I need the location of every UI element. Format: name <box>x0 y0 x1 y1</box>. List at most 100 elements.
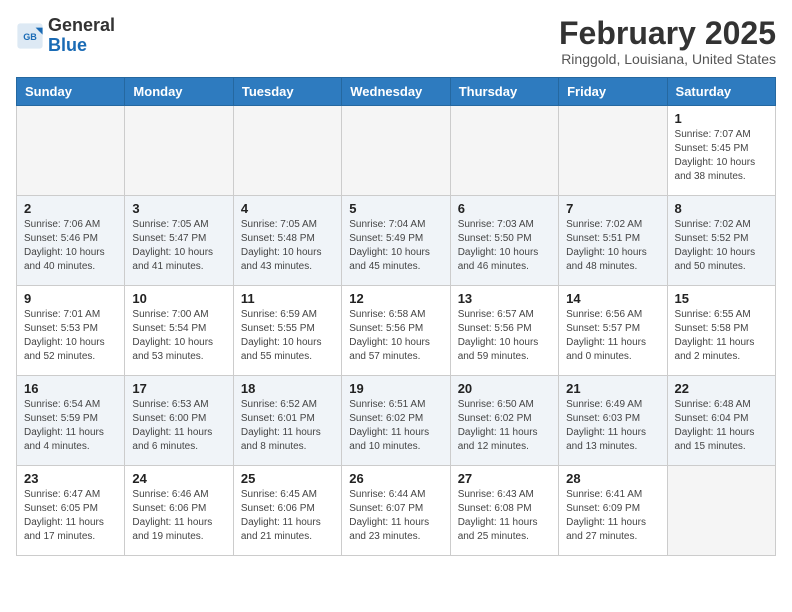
calendar-day-cell: 4 Sunrise: 7:05 AM Sunset: 5:48 PM Daylig… <box>233 196 341 286</box>
logo-general-text: General <box>48 15 115 35</box>
day-info: Sunrise: 6:48 AM Sunset: 6:04 PM Dayligh… <box>675 398 768 454</box>
calendar-day-cell: 10 Sunrise: 7:00 AM Sunset: 5:54 PM Dayli… <box>125 286 233 376</box>
day-info: Sunrise: 7:07 AM Sunset: 5:45 PM Dayligh… <box>675 128 768 184</box>
day-number: 5 <box>349 201 442 216</box>
calendar-day-cell <box>667 466 775 556</box>
day-number: 8 <box>675 201 768 216</box>
day-info: Sunrise: 6:45 AM Sunset: 6:06 PM Dayligh… <box>241 488 334 544</box>
day-info: Sunrise: 7:02 AM Sunset: 5:51 PM Dayligh… <box>566 218 659 274</box>
calendar-day-cell: 27 Sunrise: 6:43 AM Sunset: 6:08 PM Dayli… <box>450 466 558 556</box>
month-title: February 2025 <box>559 16 776 51</box>
calendar-header-saturday: Saturday <box>667 78 775 106</box>
calendar-week-row: 23 Sunrise: 6:47 AM Sunset: 6:05 PM Dayli… <box>17 466 776 556</box>
calendar-day-cell <box>450 106 558 196</box>
calendar-day-cell: 11Sunrise: 6:59 AM Sunset: 5:55 PM Dayli… <box>233 286 341 376</box>
day-info: Sunrise: 7:00 AM Sunset: 5:54 PM Dayligh… <box>132 308 225 364</box>
calendar-day-cell: 15Sunrise: 6:55 AM Sunset: 5:58 PM Dayli… <box>667 286 775 376</box>
day-info: Sunrise: 6:47 AM Sunset: 6:05 PM Dayligh… <box>24 488 117 544</box>
calendar-day-cell: 7 Sunrise: 7:02 AM Sunset: 5:51 PM Daylig… <box>559 196 667 286</box>
calendar-table: SundayMondayTuesdayWednesdayThursdayFrid… <box>16 77 776 556</box>
location-text: Ringgold, Louisiana, United States <box>559 51 776 67</box>
calendar-day-cell: 25 Sunrise: 6:45 AM Sunset: 6:06 PM Dayli… <box>233 466 341 556</box>
calendar-week-row: 2 Sunrise: 7:06 AM Sunset: 5:46 PM Daylig… <box>17 196 776 286</box>
day-info: Sunrise: 7:06 AM Sunset: 5:46 PM Dayligh… <box>24 218 117 274</box>
day-number: 1 <box>675 111 768 126</box>
calendar-day-cell <box>17 106 125 196</box>
calendar-week-row: 1 Sunrise: 7:07 AM Sunset: 5:45 PM Daylig… <box>17 106 776 196</box>
calendar-day-cell: 24 Sunrise: 6:46 AM Sunset: 6:06 PM Dayli… <box>125 466 233 556</box>
calendar-day-cell: 14Sunrise: 6:56 AM Sunset: 5:57 PM Dayli… <box>559 286 667 376</box>
calendar-day-cell: 28Sunrise: 6:41 AM Sunset: 6:09 PM Dayli… <box>559 466 667 556</box>
day-number: 16 <box>24 381 117 396</box>
day-info: Sunrise: 6:55 AM Sunset: 5:58 PM Dayligh… <box>675 308 768 364</box>
calendar-day-cell <box>125 106 233 196</box>
calendar-day-cell: 18 Sunrise: 6:52 AM Sunset: 6:01 PM Dayli… <box>233 376 341 466</box>
day-info: Sunrise: 7:05 AM Sunset: 5:47 PM Dayligh… <box>132 218 225 274</box>
calendar-day-cell <box>342 106 450 196</box>
day-info: Sunrise: 6:56 AM Sunset: 5:57 PM Dayligh… <box>566 308 659 364</box>
title-block: February 2025 Ringgold, Louisiana, Unite… <box>559 16 776 67</box>
day-info: Sunrise: 6:59 AM Sunset: 5:55 PM Dayligh… <box>241 308 334 364</box>
day-info: Sunrise: 6:46 AM Sunset: 6:06 PM Dayligh… <box>132 488 225 544</box>
day-number: 22 <box>675 381 768 396</box>
day-info: Sunrise: 7:04 AM Sunset: 5:49 PM Dayligh… <box>349 218 442 274</box>
calendar-week-row: 9 Sunrise: 7:01 AM Sunset: 5:53 PM Daylig… <box>17 286 776 376</box>
calendar-header-friday: Friday <box>559 78 667 106</box>
day-number: 21 <box>566 381 659 396</box>
day-number: 12 <box>349 291 442 306</box>
calendar-header-wednesday: Wednesday <box>342 78 450 106</box>
logo-icon: GB <box>16 22 44 50</box>
day-number: 18 <box>241 381 334 396</box>
calendar-day-cell: 5 Sunrise: 7:04 AM Sunset: 5:49 PM Daylig… <box>342 196 450 286</box>
day-info: Sunrise: 6:57 AM Sunset: 5:56 PM Dayligh… <box>458 308 551 364</box>
day-number: 13 <box>458 291 551 306</box>
page-header: GB General Blue February 2025 Ringgold, … <box>16 16 776 67</box>
calendar-day-cell: 8 Sunrise: 7:02 AM Sunset: 5:52 PM Daylig… <box>667 196 775 286</box>
day-number: 6 <box>458 201 551 216</box>
calendar-header-thursday: Thursday <box>450 78 558 106</box>
day-number: 4 <box>241 201 334 216</box>
day-number: 27 <box>458 471 551 486</box>
calendar-day-cell: 13 Sunrise: 6:57 AM Sunset: 5:56 PM Dayli… <box>450 286 558 376</box>
day-info: Sunrise: 7:05 AM Sunset: 5:48 PM Dayligh… <box>241 218 334 274</box>
day-number: 23 <box>24 471 117 486</box>
day-info: Sunrise: 6:49 AM Sunset: 6:03 PM Dayligh… <box>566 398 659 454</box>
day-number: 10 <box>132 291 225 306</box>
day-info: Sunrise: 7:02 AM Sunset: 5:52 PM Dayligh… <box>675 218 768 274</box>
calendar-header-sunday: Sunday <box>17 78 125 106</box>
calendar-day-cell: 16 Sunrise: 6:54 AM Sunset: 5:59 PM Dayli… <box>17 376 125 466</box>
calendar-day-cell: 26 Sunrise: 6:44 AM Sunset: 6:07 PM Dayli… <box>342 466 450 556</box>
day-info: Sunrise: 7:01 AM Sunset: 5:53 PM Dayligh… <box>24 308 117 364</box>
logo-blue-text: Blue <box>48 35 87 55</box>
calendar-day-cell: 23 Sunrise: 6:47 AM Sunset: 6:05 PM Dayli… <box>17 466 125 556</box>
day-number: 3 <box>132 201 225 216</box>
calendar-day-cell <box>233 106 341 196</box>
day-number: 9 <box>24 291 117 306</box>
day-number: 17 <box>132 381 225 396</box>
calendar-day-cell: 2 Sunrise: 7:06 AM Sunset: 5:46 PM Daylig… <box>17 196 125 286</box>
day-info: Sunrise: 6:54 AM Sunset: 5:59 PM Dayligh… <box>24 398 117 454</box>
calendar-day-cell: 6 Sunrise: 7:03 AM Sunset: 5:50 PM Daylig… <box>450 196 558 286</box>
day-number: 7 <box>566 201 659 216</box>
day-info: Sunrise: 6:52 AM Sunset: 6:01 PM Dayligh… <box>241 398 334 454</box>
day-info: Sunrise: 6:41 AM Sunset: 6:09 PM Dayligh… <box>566 488 659 544</box>
calendar-day-cell: 3 Sunrise: 7:05 AM Sunset: 5:47 PM Daylig… <box>125 196 233 286</box>
calendar-day-cell: 22 Sunrise: 6:48 AM Sunset: 6:04 PM Dayli… <box>667 376 775 466</box>
day-number: 24 <box>132 471 225 486</box>
calendar-day-cell: 1 Sunrise: 7:07 AM Sunset: 5:45 PM Daylig… <box>667 106 775 196</box>
day-info: Sunrise: 6:53 AM Sunset: 6:00 PM Dayligh… <box>132 398 225 454</box>
calendar-day-cell: 12 Sunrise: 6:58 AM Sunset: 5:56 PM Dayli… <box>342 286 450 376</box>
day-info: Sunrise: 6:51 AM Sunset: 6:02 PM Dayligh… <box>349 398 442 454</box>
day-number: 26 <box>349 471 442 486</box>
day-info: Sunrise: 6:44 AM Sunset: 6:07 PM Dayligh… <box>349 488 442 544</box>
day-number: 20 <box>458 381 551 396</box>
day-number: 25 <box>241 471 334 486</box>
day-info: Sunrise: 6:58 AM Sunset: 5:56 PM Dayligh… <box>349 308 442 364</box>
logo: GB General Blue <box>16 16 115 56</box>
calendar-day-cell: 19Sunrise: 6:51 AM Sunset: 6:02 PM Dayli… <box>342 376 450 466</box>
day-info: Sunrise: 6:43 AM Sunset: 6:08 PM Dayligh… <box>458 488 551 544</box>
day-number: 2 <box>24 201 117 216</box>
calendar-day-cell: 20Sunrise: 6:50 AM Sunset: 6:02 PM Dayli… <box>450 376 558 466</box>
day-info: Sunrise: 7:03 AM Sunset: 5:50 PM Dayligh… <box>458 218 551 274</box>
calendar-header-row: SundayMondayTuesdayWednesdayThursdayFrid… <box>17 78 776 106</box>
